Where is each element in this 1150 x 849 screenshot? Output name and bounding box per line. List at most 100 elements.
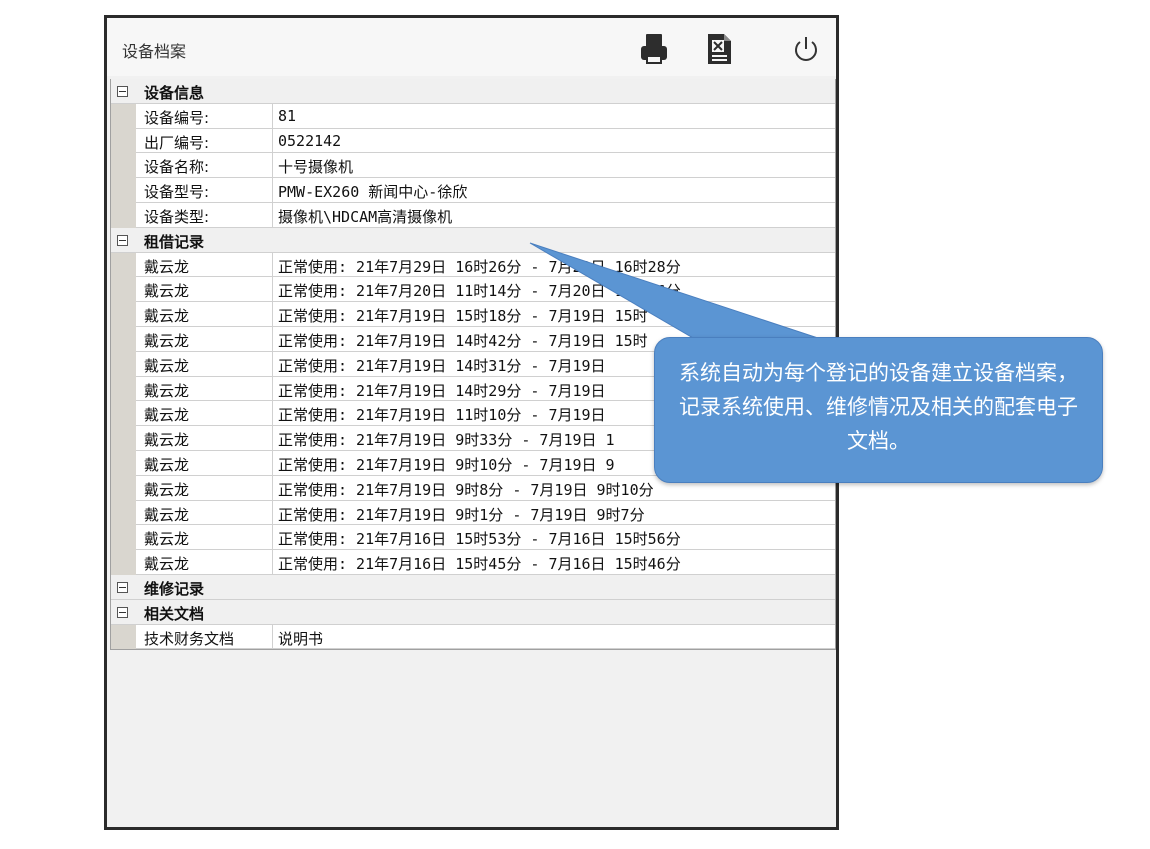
property-name-cell: 设备名称: xyxy=(136,153,273,179)
row-gutter xyxy=(111,550,136,575)
category-cell: 相关文档 xyxy=(111,600,835,625)
property-name: 设备类型: xyxy=(144,207,210,226)
property-name: 戴云龙 xyxy=(144,555,190,574)
property-name: 戴云龙 xyxy=(144,257,190,276)
property-value-cell[interactable]: 十号摄像机 xyxy=(273,153,835,179)
property-name-cell: 戴云龙 xyxy=(136,475,273,501)
property-value: 说明书 xyxy=(278,629,324,648)
category-title: 维修记录 xyxy=(144,579,205,598)
property-value: 正常使用: 21年7月19日 9时8分 - 7月19日 9时10分 xyxy=(278,480,654,499)
property-value-cell[interactable]: 说明书 xyxy=(273,625,835,650)
category-row[interactable]: 设备信息 xyxy=(111,79,835,104)
property-value-cell[interactable]: 正常使用: 21年7月19日 9时1分 - 7月19日 9时7分 xyxy=(273,501,835,526)
property-value: 正常使用: 21年7月16日 15时53分 - 7月16日 15时56分 xyxy=(278,530,681,549)
category-cell: 租借记录 xyxy=(111,228,835,253)
property-value: 正常使用: 21年7月19日 15时18分 - 7月19日 15时 xyxy=(278,307,648,326)
printer-icon[interactable] xyxy=(638,32,670,66)
property-name-cell: 戴云龙 xyxy=(136,326,273,352)
property-name-cell: 戴云龙 xyxy=(136,376,273,402)
property-value-cell[interactable]: 81 xyxy=(273,104,835,129)
property-name: 戴云龙 xyxy=(144,455,190,474)
row-gutter xyxy=(111,103,136,129)
row-gutter xyxy=(111,376,136,402)
property-value-cell[interactable]: 摄像机\HDCAM高清摄像机 xyxy=(273,203,835,228)
power-icon[interactable] xyxy=(790,32,822,66)
property-name-cell: 戴云龙 xyxy=(136,302,273,327)
property-name-cell: 戴云龙 xyxy=(136,525,273,551)
property-value: 正常使用: 21年7月19日 11时10分 - 7月19日 xyxy=(278,406,606,425)
row-gutter xyxy=(111,450,136,476)
property-value: 正常使用: 21年7月19日 9时33分 - 7月19日 1 xyxy=(278,431,615,450)
property-name: 技术财务文档 xyxy=(144,629,235,648)
row-gutter xyxy=(111,426,136,451)
property-name-cell: 戴云龙 xyxy=(136,450,273,476)
property-value: 正常使用: 21年7月19日 14时42分 - 7月19日 15时 xyxy=(278,331,648,350)
property-name-cell: 出厂编号: xyxy=(136,128,273,154)
property-value: 正常使用: 21年7月16日 15时45分 - 7月16日 15时46分 xyxy=(278,555,681,574)
row-gutter xyxy=(111,401,136,427)
property-name-cell: 戴云龙 xyxy=(136,500,273,526)
property-name-cell: 戴云龙 xyxy=(136,426,273,451)
property-name: 戴云龙 xyxy=(144,356,190,375)
property-value-cell[interactable]: 正常使用: 21年7月29日 16时26分 - 7月29日 16时28分 xyxy=(273,253,835,278)
property-name-cell: 戴云龙 xyxy=(136,351,273,377)
property-row[interactable]: 设备编号: 81 xyxy=(111,103,835,129)
property-row[interactable]: 设备型号: PMW-EX260 新闻中心-徐欣 xyxy=(111,178,835,203)
property-row[interactable]: 戴云龙 正常使用: 21年7月19日 9时1分 - 7月19日 9时7分 xyxy=(111,500,835,526)
property-name: 设备型号: xyxy=(144,183,210,202)
callout-text: 系统自动为每个登记的设备建立设备档案，记录系统使用、维修情况及相关的配套电子文档… xyxy=(679,361,1078,453)
category-row[interactable]: 相关文档 xyxy=(111,599,835,625)
property-row[interactable]: 戴云龙 正常使用: 21年7月16日 15时53分 - 7月16日 15时56分 xyxy=(111,525,835,551)
category-title: 设备信息 xyxy=(144,84,205,102)
category-row[interactable]: 维修记录 xyxy=(111,574,835,600)
property-value: 正常使用: 21年7月20日 11时14分 - 7月20日 11时26分 xyxy=(278,282,681,301)
property-name-cell: 戴云龙 xyxy=(136,401,273,427)
property-value: 正常使用: 21年7月19日 9时10分 - 7月19日 9 xyxy=(278,455,615,474)
title-bar: 设备档案 xyxy=(107,18,836,76)
property-value-cell[interactable]: 0522142 xyxy=(273,129,835,154)
property-name-cell: 戴云龙 xyxy=(136,252,273,278)
row-gutter xyxy=(111,178,136,203)
row-gutter xyxy=(111,351,136,377)
property-value: 正常使用: 21年7月19日 14时29分 - 7月19日 xyxy=(278,381,606,400)
property-value: 正常使用: 21年7月19日 14时31分 - 7月19日 xyxy=(278,356,606,375)
property-value: PMW-EX260 新闻中心-徐欣 xyxy=(278,183,468,202)
row-gutter xyxy=(111,475,136,501)
property-value: 正常使用: 21年7月19日 9时1分 - 7月19日 9时7分 xyxy=(278,505,645,524)
property-row[interactable]: 技术财务文档 说明书 xyxy=(111,624,835,650)
row-gutter xyxy=(111,302,136,327)
row-gutter xyxy=(111,153,136,179)
property-value-cell[interactable]: 正常使用: 21年7月20日 11时14分 - 7月20日 11时26分 xyxy=(273,277,835,303)
property-row[interactable]: 戴云龙 正常使用: 21年7月29日 16时26分 - 7月29日 16时28分 xyxy=(111,252,835,278)
property-name: 戴云龙 xyxy=(144,381,190,400)
property-value: 0522142 xyxy=(278,131,342,150)
row-gutter xyxy=(111,525,136,551)
property-row[interactable]: 戴云龙 正常使用: 21年7月20日 11时14分 - 7月20日 11时26分 xyxy=(111,277,835,303)
category-cell: 维修记录 xyxy=(111,575,835,600)
row-gutter xyxy=(111,128,136,154)
property-value: 正常使用: 21年7月29日 16时26分 - 7月29日 16时28分 xyxy=(278,257,681,276)
property-name: 戴云龙 xyxy=(144,530,190,549)
row-gutter xyxy=(111,202,136,228)
category-row[interactable]: 租借记录 xyxy=(111,227,835,253)
excel-export-icon[interactable] xyxy=(703,32,735,66)
property-row[interactable]: 设备类型: 摄像机\HDCAM高清摄像机 xyxy=(111,202,835,228)
property-value-cell[interactable]: 正常使用: 21年7月19日 15时18分 - 7月19日 15时 xyxy=(273,302,835,327)
window-title: 设备档案 xyxy=(122,42,187,61)
property-name-cell: 设备编号: xyxy=(136,103,273,129)
property-value-cell[interactable]: PMW-EX260 新闻中心-徐欣 xyxy=(273,178,835,203)
row-gutter xyxy=(111,326,136,352)
property-name: 戴云龙 xyxy=(144,505,190,524)
collapse-toggle-icon[interactable] xyxy=(117,86,128,97)
property-value-cell[interactable]: 正常使用: 21年7月16日 15时53分 - 7月16日 15时56分 xyxy=(273,525,835,551)
property-row[interactable]: 出厂编号: 0522142 xyxy=(111,128,835,154)
property-row[interactable]: 设备名称: 十号摄像机 xyxy=(111,153,835,179)
property-name: 戴云龙 xyxy=(144,406,190,425)
collapse-toggle-icon[interactable] xyxy=(117,606,128,618)
property-row[interactable]: 戴云龙 正常使用: 21年7月16日 15时45分 - 7月16日 15时46分 xyxy=(111,550,835,575)
property-value-cell[interactable]: 正常使用: 21年7月16日 15时45分 - 7月16日 15时46分 xyxy=(273,550,835,575)
collapse-toggle-icon[interactable] xyxy=(117,581,128,593)
property-name: 设备编号: xyxy=(144,108,210,127)
collapse-toggle-icon[interactable] xyxy=(117,234,128,246)
property-row[interactable]: 戴云龙 正常使用: 21年7月19日 15时18分 - 7月19日 15时 xyxy=(111,302,835,327)
